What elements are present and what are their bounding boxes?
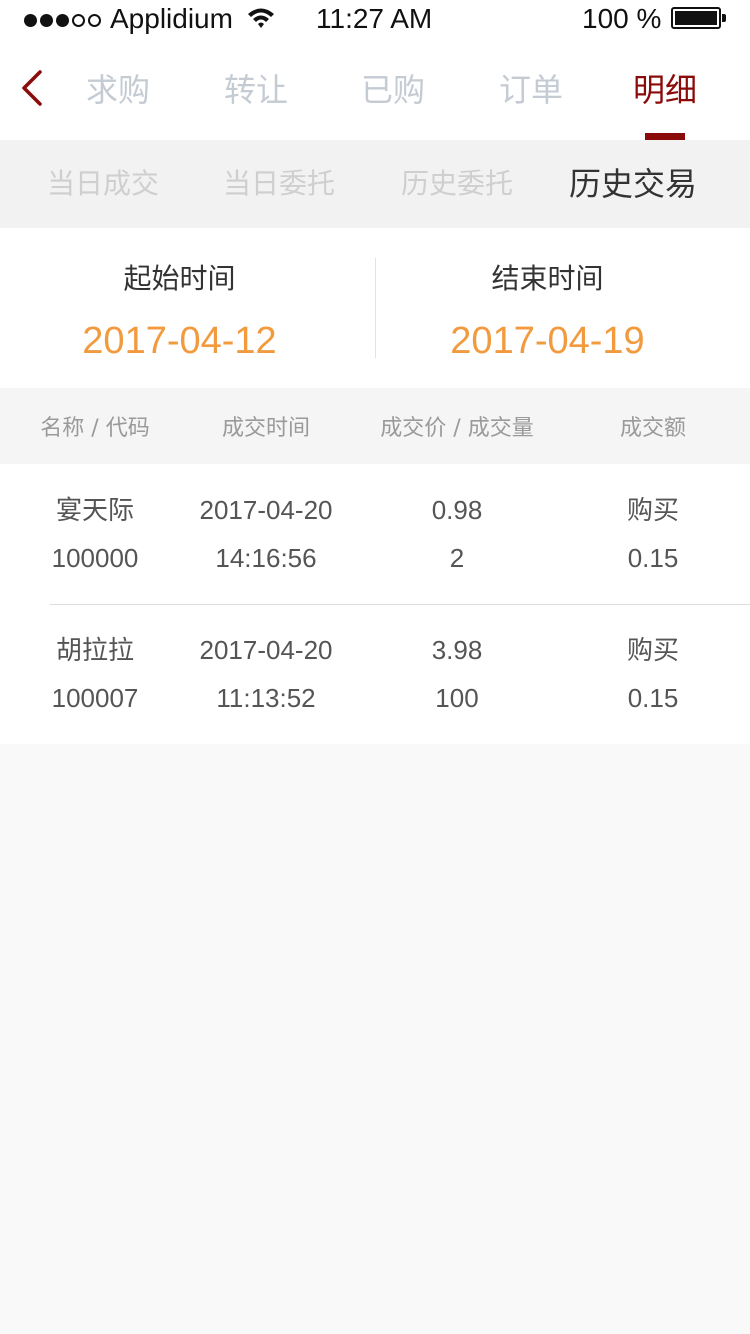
tab-yigou[interactable]: 已购	[333, 68, 453, 112]
battery-percent: 100 %	[582, 3, 662, 34]
row-type: 购买	[626, 495, 679, 525]
signal-strength-icon	[24, 0, 104, 40]
top-nav: 求购 转让 已购 订单 明细	[0, 40, 750, 140]
row-price: 3.98	[431, 635, 483, 665]
row-name: 宴天际	[55, 495, 134, 525]
signal-dot	[24, 13, 37, 27]
status-time: 11:27 AM	[316, 3, 433, 34]
row-date: 2017-04-20	[199, 635, 333, 665]
active-tab-indicator	[645, 133, 685, 140]
table-row[interactable]: 胡拉拉 100007 2017-04-20 11:13:52 3.98 100 …	[0, 604, 750, 744]
row-date: 2017-04-20	[199, 495, 333, 525]
chevron-left-icon	[22, 70, 42, 106]
start-date-picker[interactable]: 起始时间 2017-04-12	[0, 228, 367, 388]
row-code: 100000	[51, 543, 139, 573]
row-volume: 2	[449, 543, 465, 573]
row-amount: 0.15	[627, 543, 679, 573]
header-name-code: 名称 / 代码	[40, 416, 150, 441]
row-code: 100007	[51, 683, 139, 713]
row-amount: 0.15	[627, 683, 679, 713]
table-header: 名称 / 代码 成交时间 成交价 / 成交量 成交额	[0, 388, 750, 464]
signal-dot	[88, 13, 101, 27]
row-time: 11:13:52	[216, 683, 316, 713]
battery-nub	[722, 14, 726, 22]
battery-icon	[671, 7, 726, 29]
battery-fill	[675, 11, 717, 25]
row-type: 购买	[626, 635, 679, 665]
subtab-history-orders[interactable]: 历史委托	[372, 164, 542, 204]
signal-dot	[56, 13, 69, 27]
back-button[interactable]	[14, 66, 54, 114]
tab-qiugou[interactable]: 求购	[58, 68, 178, 112]
header-trade-time: 成交时间	[221, 416, 310, 441]
subtab-today-deals[interactable]: 当日成交	[18, 164, 188, 204]
subtab-today-orders[interactable]: 当日委托	[194, 164, 364, 204]
row-volume: 100	[435, 683, 479, 713]
start-date-label: 起始时间	[123, 262, 236, 295]
table-body: 宴天际 100000 2017-04-20 14:16:56 0.98 2 购买…	[0, 464, 750, 744]
carrier-name: Applidium	[110, 3, 233, 34]
tab-zhuanrang[interactable]: 转让	[196, 68, 316, 112]
sub-tabs: 当日成交 当日委托 历史委托 历史交易	[0, 140, 750, 228]
signal-dot	[40, 13, 53, 27]
end-date-value: 2017-04-19	[450, 320, 645, 362]
row-name: 胡拉拉	[55, 635, 134, 665]
row-time: 14:16:56	[215, 543, 317, 573]
header-price-volume: 成交价 / 成交量	[380, 416, 534, 441]
tab-mingxi[interactable]: 明细	[605, 68, 725, 112]
header-amount: 成交额	[619, 416, 686, 441]
tab-dingdan[interactable]: 订单	[471, 68, 591, 112]
wifi-icon	[248, 8, 274, 28]
date-range: 起始时间 2017-04-12 结束时间 2017-04-19	[0, 228, 750, 388]
start-date-value: 2017-04-12	[82, 320, 277, 362]
signal-dot	[72, 13, 85, 27]
subtab-history-trades[interactable]: 历史交易	[548, 164, 718, 204]
row-price: 0.98	[431, 495, 483, 525]
end-date-picker[interactable]: 结束时间 2017-04-19	[360, 228, 735, 388]
end-date-label: 结束时间	[491, 262, 604, 295]
status-bar: Applidium 11:27 AM 100 %	[0, 0, 750, 40]
table-row[interactable]: 宴天际 100000 2017-04-20 14:16:56 0.98 2 购买…	[0, 464, 750, 605]
